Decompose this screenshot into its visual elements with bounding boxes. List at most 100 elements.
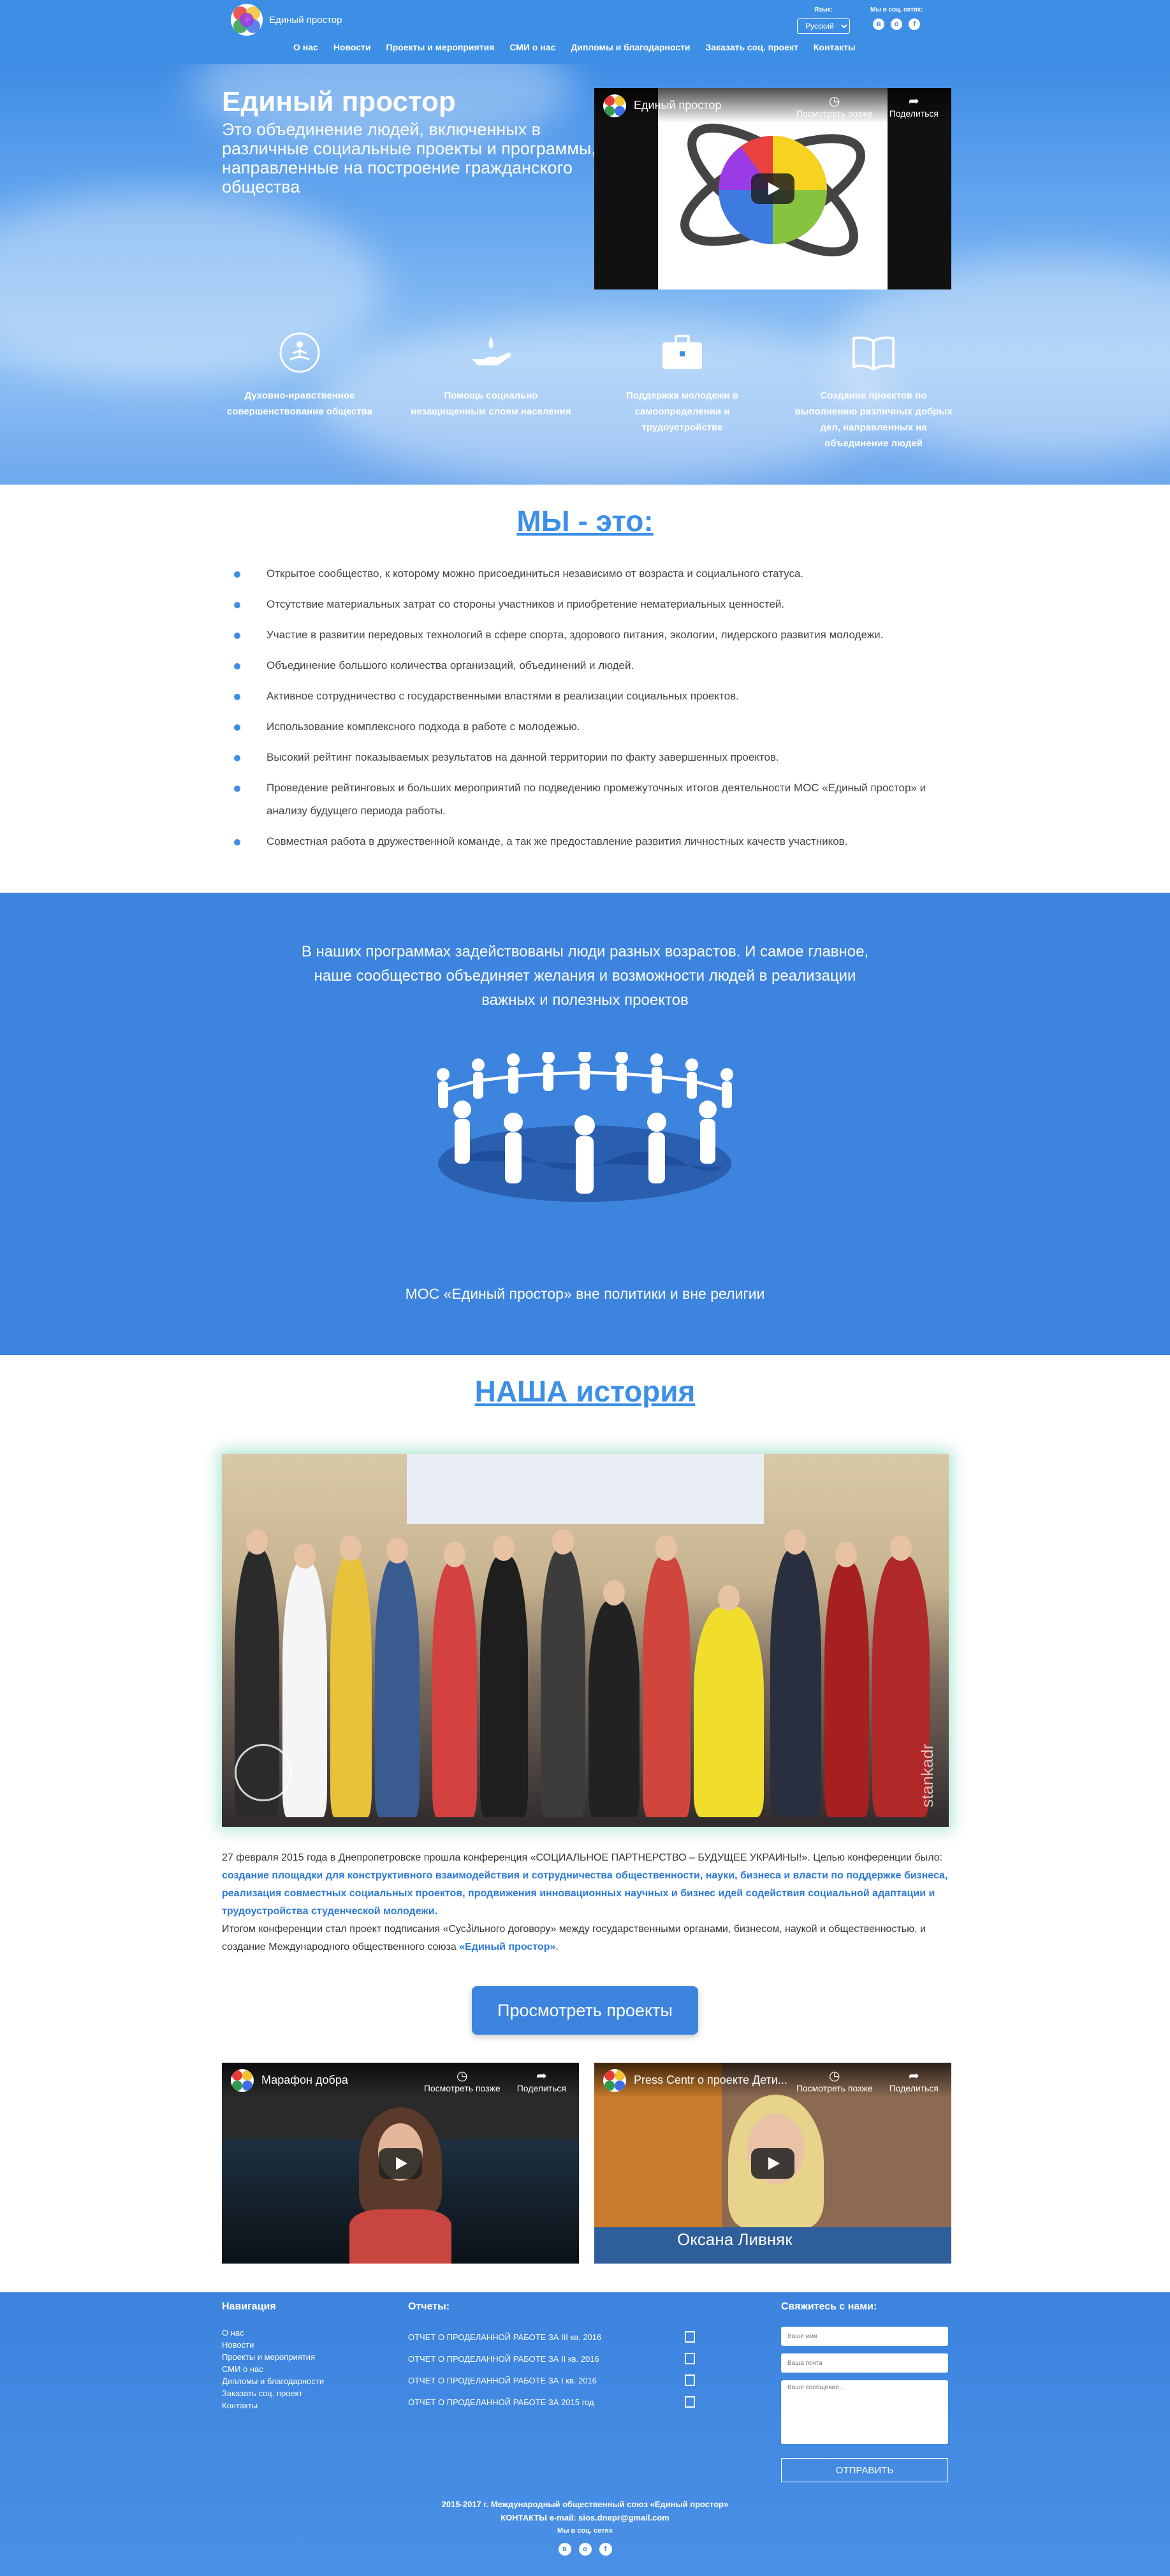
- report-link[interactable]: ОТЧЕТ О ПРОДЕЛАННОЙ РАБОТЕ ЗА III кв. 20…: [408, 2327, 695, 2348]
- community-footer-text: МОС «Единый простор» вне политики и вне …: [405, 1285, 765, 1302]
- site-header: Единый простор Язык: Русский Мы в соц. с…: [0, 0, 1170, 64]
- share-icon: ➦: [908, 94, 919, 108]
- video-title[interactable]: Единый простор: [634, 99, 721, 112]
- channel-logo-icon[interactable]: [231, 2068, 254, 2092]
- footer-contacts: КОНТАКТЫ e-mail: sios.dnepr@gmail.com: [501, 2513, 669, 2522]
- report-link[interactable]: ОТЧЕТ О ПРОДЕЛАННОЙ РАБОТЕ ЗА II кв. 201…: [408, 2348, 695, 2370]
- nav-contacts[interactable]: Контакты: [814, 42, 856, 52]
- list-item: Проведение рейтинговых и больших меропри…: [233, 777, 940, 823]
- language-select[interactable]: Русский: [797, 18, 850, 34]
- view-projects-button[interactable]: Просмотреть проекты: [472, 1986, 698, 2035]
- briefcase-icon: [660, 330, 705, 375]
- play-icon[interactable]: [379, 2148, 422, 2179]
- history-section: НАША история stankadr 27 февраля 2015 го…: [0, 1355, 1170, 2292]
- about-list: Открытое сообщество, к которому можно пр…: [233, 562, 940, 861]
- site-logo[interactable]: Единый простор: [231, 4, 342, 36]
- pdf-icon[interactable]: [685, 2396, 695, 2408]
- video-title[interactable]: Press Centr о проекте Дети...: [634, 2074, 787, 2087]
- odnoklassniki-icon[interactable]: о: [578, 2543, 592, 2556]
- hand-drop-icon: [469, 330, 513, 375]
- message-textarea[interactable]: [781, 2380, 948, 2444]
- footer-link[interactable]: О нас: [222, 2327, 324, 2339]
- play-icon[interactable]: [751, 2148, 794, 2179]
- facebook-icon[interactable]: f: [599, 2543, 612, 2556]
- people-circle-illustration: [437, 1052, 733, 1202]
- watch-later-button[interactable]: ◷ Посмотреть позже: [424, 2069, 501, 2093]
- email-input[interactable]: [781, 2353, 948, 2373]
- header-social: Мы в соц. сетях: в о f: [870, 6, 923, 30]
- video-title[interactable]: Марафон добра: [261, 2074, 348, 2087]
- watch-later-button[interactable]: ◷ Посмотреть позже: [796, 94, 873, 119]
- footer-reports-title: Отчеты:: [408, 2301, 450, 2312]
- nav-order-project[interactable]: Заказать соц. проект: [705, 42, 798, 52]
- footer-social: в о f: [0, 2543, 1170, 2556]
- footer-social-label: Мы в соц. сетях: [557, 2527, 613, 2535]
- footer-link[interactable]: Заказать соц. проект: [222, 2387, 324, 2399]
- language-label: Язык:: [814, 6, 833, 13]
- history-title: НАША история: [474, 1375, 696, 1408]
- footer-link[interactable]: СМИ о нас: [222, 2363, 324, 2375]
- contact-title: Свяжитесь с нами:: [781, 2301, 877, 2312]
- video-press-centr[interactable]: Оксана Ливняк Press Centr о проекте Дети…: [594, 2063, 951, 2264]
- feature-item: Создание проектов по выполнению различны…: [791, 330, 956, 451]
- hero-subtitle: Это объединение людей, включенных в разл…: [222, 120, 596, 196]
- feature-item: Духовно-нравственное совершенствование о…: [217, 330, 383, 451]
- share-button[interactable]: ➦ Поделиться: [889, 94, 939, 119]
- book-icon: [851, 330, 896, 375]
- footer-nav: Навигация О нас Новости Проекты и меропр…: [222, 2301, 324, 2411]
- footer-link[interactable]: Контакты: [222, 2399, 324, 2411]
- footer-link[interactable]: Проекты и мероприятия: [222, 2351, 324, 2363]
- main-nav: О нас Новости Проекты и мероприятия СМИ …: [293, 42, 856, 52]
- nav-news[interactable]: Новости: [333, 42, 371, 52]
- photo-watermark: stankadr: [918, 1744, 937, 1808]
- event-logo-icon: [235, 1744, 292, 1801]
- nav-about[interactable]: О нас: [293, 42, 318, 52]
- site-footer: Навигация О нас Новости Проекты и меропр…: [0, 2292, 1170, 2576]
- channel-logo-icon[interactable]: [603, 2068, 626, 2092]
- community-text: В наших программах задействованы люди ра…: [301, 943, 869, 1009]
- report-link[interactable]: ОТЧЕТ О ПРОДЕЛАННОЙ РАБОТЕ ЗА I кв. 2016: [408, 2370, 695, 2392]
- list-item: Объединение большого количества организа…: [233, 654, 940, 677]
- logo-text: Единый простор: [269, 14, 342, 26]
- pdf-icon[interactable]: [685, 2375, 695, 2386]
- hero-section: Единый простор Это объединение людей, вк…: [0, 64, 1170, 485]
- community-section: В наших программах задействованы люди ра…: [0, 893, 1170, 1355]
- social-label: Мы в соц. сетях:: [870, 6, 923, 13]
- features-row: Духовно-нравственное совершенствование о…: [217, 330, 956, 451]
- share-button[interactable]: ➦ Поделиться: [889, 2069, 939, 2093]
- play-icon[interactable]: [751, 173, 794, 204]
- nav-diplomas[interactable]: Дипломы и благодарности: [571, 42, 690, 52]
- pdf-icon[interactable]: [685, 2353, 695, 2364]
- video-caption-name: Оксана Ливняк: [677, 2230, 793, 2249]
- video-marathon[interactable]: Марафон добра ◷ Посмотреть позже ➦ Поделит…: [222, 2063, 579, 2264]
- odnoklassniki-icon[interactable]: о: [891, 18, 903, 30]
- list-item: Открытое сообщество, к которому можно пр…: [233, 562, 940, 585]
- list-item: Участие в развитии передовых технологий …: [233, 624, 940, 647]
- share-icon: ➦: [536, 2069, 547, 2083]
- facebook-icon[interactable]: f: [909, 18, 921, 30]
- list-item: Высокий рейтинг показываемых результатов…: [233, 746, 940, 769]
- list-item: Активное сотрудничество с государственны…: [233, 685, 940, 708]
- vk-icon[interactable]: в: [873, 18, 885, 30]
- share-icon: ➦: [908, 2069, 919, 2083]
- vk-icon[interactable]: в: [558, 2543, 571, 2556]
- list-item: Совместная работа в дружественной команд…: [233, 830, 940, 853]
- pdf-icon[interactable]: [685, 2331, 695, 2343]
- group-photo: stankadr: [222, 1454, 949, 1827]
- about-title: МЫ - это:: [516, 504, 654, 538]
- share-button[interactable]: ➦ Поделиться: [517, 2069, 566, 2093]
- clock-icon: ◷: [829, 2069, 840, 2083]
- footer-nav-title: Навигация: [222, 2301, 276, 2312]
- name-input[interactable]: [781, 2327, 948, 2346]
- report-link[interactable]: ОТЧЕТ О ПРОДЕЛАННОЙ РАБОТЕ ЗА 2015 год: [408, 2392, 695, 2413]
- channel-logo-icon[interactable]: [603, 94, 626, 117]
- footer-link[interactable]: Дипломы и благодарности: [222, 2375, 324, 2387]
- footer-link[interactable]: Новости: [222, 2339, 324, 2351]
- nav-projects[interactable]: Проекты и мероприятия: [386, 42, 495, 52]
- about-section: МЫ - это: Открытое сообщество, к котором…: [0, 485, 1170, 893]
- history-text: 27 февраля 2015 года в Днепропетровске п…: [222, 1852, 948, 1952]
- watch-later-button[interactable]: ◷ Посмотреть позже: [796, 2069, 873, 2093]
- send-button[interactable]: ОТПРАВИТЬ: [781, 2458, 948, 2482]
- nav-media[interactable]: СМИ о нас: [509, 42, 555, 52]
- hero-video[interactable]: Единый простор ◷ Посмотреть позже ➦ Подели…: [594, 88, 951, 289]
